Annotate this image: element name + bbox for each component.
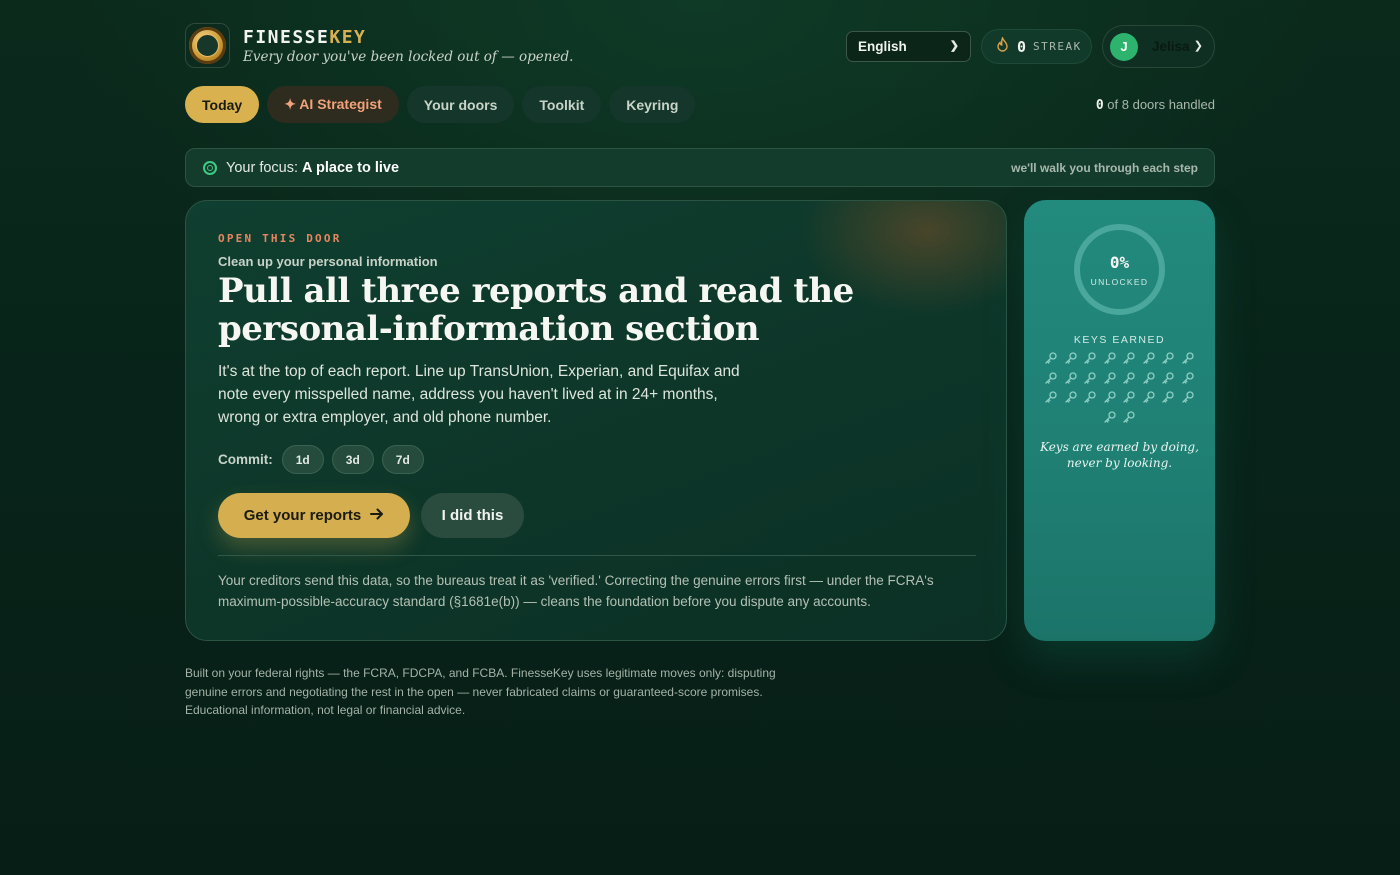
language-select[interactable]: English ❯ xyxy=(846,31,971,62)
progress-ring: 0% UNLOCKED xyxy=(1074,224,1165,315)
doors-progress-text: of 8 doors handled xyxy=(1103,97,1215,112)
chevron-down-icon: ❯ xyxy=(949,40,959,52)
tab-your-doors[interactable]: Your doors xyxy=(406,86,515,123)
divider xyxy=(218,555,976,556)
tab-ai-strategist[interactable]: ✦ AI Strategist xyxy=(267,86,399,123)
key-icon xyxy=(1082,370,1098,387)
keys-note: Keys are earned by doing, never by looki… xyxy=(1040,440,1199,470)
nav-tabs: Today ✦ AI Strategist Your doors Toolkit… xyxy=(185,86,696,123)
get-reports-label: Get your reports xyxy=(243,507,362,524)
doors-handled-count: 0 xyxy=(1095,98,1104,113)
focus-prefix: Your focus: xyxy=(226,160,303,176)
tab-toolkit[interactable]: Toolkit xyxy=(522,86,602,123)
brand-name-part1: FINESSE xyxy=(243,27,330,48)
key-icon xyxy=(1121,350,1137,367)
key-icon xyxy=(1180,370,1196,387)
task-card: OPEN THIS DOOR Clean up your personal in… xyxy=(185,200,1007,641)
key-icon xyxy=(1141,389,1157,406)
commit-label: Commit: xyxy=(218,452,273,467)
key-icon xyxy=(1063,370,1079,387)
unlocked-label: UNLOCKED xyxy=(1090,277,1149,287)
language-value: English xyxy=(858,39,907,54)
keys-panel: 0% UNLOCKED KEYS EARNED Keys are earned … xyxy=(1024,200,1215,641)
key-icon xyxy=(1043,389,1059,406)
key-icon xyxy=(1102,389,1118,406)
keys-title: KEYS EARNED xyxy=(1073,334,1166,346)
card-footnote: Your creditors send this data, so the bu… xyxy=(218,573,934,609)
chevron-down-icon: ❯ xyxy=(1193,40,1203,52)
card-body: It's at the top of each report. Line up … xyxy=(218,363,740,426)
key-icon xyxy=(1102,350,1118,367)
key-icon xyxy=(1160,350,1176,367)
key-icon xyxy=(1121,370,1137,387)
key-icon xyxy=(1180,350,1196,367)
target-icon xyxy=(203,161,217,175)
key-icon xyxy=(1121,389,1137,406)
get-reports-button[interactable]: Get your reports xyxy=(218,493,410,538)
card-eyebrow: OPEN THIS DOOR xyxy=(218,232,342,245)
tab-today[interactable]: Today xyxy=(185,86,260,123)
key-icon xyxy=(1043,350,1059,367)
key-icon xyxy=(1160,389,1176,406)
key-icon xyxy=(1043,370,1059,387)
key-icon xyxy=(1082,389,1098,406)
key-icon xyxy=(1063,350,1079,367)
focus-text: Your focus: A place to live xyxy=(226,160,399,176)
header: FINESSEKEY Every door you've been locked… xyxy=(185,23,1215,69)
key-icon xyxy=(1063,389,1079,406)
commit-3d-button[interactable]: 3d xyxy=(331,445,374,474)
key-icon xyxy=(1141,350,1157,367)
brand-name-part2: KEY xyxy=(329,27,367,48)
streak-count: 0 xyxy=(1017,37,1027,56)
commit-selector: Commit: 1d 3d 7d xyxy=(218,445,432,474)
commit-1d-button[interactable]: 1d xyxy=(281,445,324,474)
unlocked-percent: 0% xyxy=(1109,253,1130,272)
key-icon xyxy=(1180,389,1196,406)
arrow-right-icon xyxy=(370,507,384,524)
key-icon xyxy=(1121,409,1137,426)
focus-hint: we'll walk you through each step xyxy=(1011,161,1198,175)
logo[interactable] xyxy=(185,23,230,68)
i-did-this-button[interactable]: I did this xyxy=(421,493,524,538)
focus-bar: Your focus: A place to live we'll walk y… xyxy=(185,148,1215,187)
doors-progress: 0 of 8 doors handled xyxy=(1096,97,1215,113)
card-subhead: Clean up your personal information xyxy=(218,254,438,269)
streak-badge: 0 STREAK xyxy=(981,29,1092,64)
keys-grid xyxy=(1041,350,1198,425)
brand-name: FINESSEKEY xyxy=(243,27,366,48)
user-menu[interactable]: J Jelisa ❯ xyxy=(1102,25,1215,68)
key-icon xyxy=(1141,370,1157,387)
key-icon xyxy=(1102,409,1118,426)
tab-keyring[interactable]: Keyring xyxy=(609,86,696,123)
key-icon xyxy=(1102,370,1118,387)
logo-coin-icon xyxy=(189,27,226,64)
tagline: Every door you've been locked out of — o… xyxy=(243,49,574,65)
legal-disclaimer: Built on your federal rights — the FCRA,… xyxy=(185,666,776,717)
focus-value: A place to live xyxy=(302,160,400,176)
streak-label: STREAK xyxy=(1033,40,1082,53)
flame-icon xyxy=(996,35,1009,56)
key-icon xyxy=(1160,370,1176,387)
commit-7d-button[interactable]: 7d xyxy=(381,445,424,474)
card-headline: Pull all three reports and read the pers… xyxy=(218,271,854,349)
avatar: J xyxy=(1110,32,1138,61)
key-icon xyxy=(1082,350,1098,367)
user-name: Jelisa xyxy=(1152,39,1190,54)
